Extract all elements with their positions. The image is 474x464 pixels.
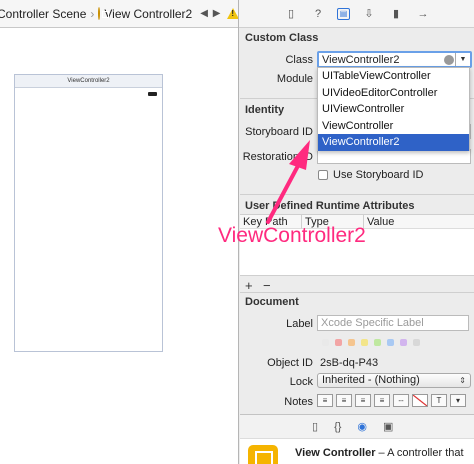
jumpbar-scene-crumb[interactable]: Controller Scene — [0, 7, 86, 21]
file-inspector-icon[interactable]: ▯ — [283, 6, 299, 22]
notes-label: Notes — [284, 396, 313, 408]
media-library-icon[interactable]: ▣ — [383, 420, 393, 433]
jump-bar: Controller Scene › View Controller2 ◀ ▶ … — [0, 0, 238, 28]
jumpbar-controller-crumb[interactable]: View Controller2 — [104, 7, 192, 21]
document-label-label: Label — [286, 318, 313, 330]
library-item-view-controller[interactable]: View Controller – A controller that — [240, 438, 474, 464]
object-id-label: Object ID — [267, 357, 313, 369]
lock-label: Lock — [289, 376, 313, 388]
align-left-icon[interactable]: ≡ — [317, 394, 333, 407]
quick-help-icon[interactable]: ? — [310, 6, 326, 22]
storyboard-canvas[interactable]: Controller Scene › View Controller2 ◀ ▶ … — [0, 0, 238, 464]
view-controller-icon — [248, 445, 278, 464]
class-option[interactable]: ViewController — [318, 118, 469, 135]
view-controller-icon — [98, 7, 110, 20]
identity-inspector-icon[interactable]: ▤ — [337, 7, 350, 20]
class-dropdown-list[interactable]: UITableViewController UIVideoEditorContr… — [317, 67, 470, 151]
label-color-swatch[interactable] — [322, 339, 329, 346]
xcode-label-field[interactable] — [317, 315, 469, 331]
section-divider — [240, 194, 474, 195]
attributes-inspector-icon[interactable]: ⇩ — [361, 6, 377, 22]
callout-label: ViewController2 — [218, 224, 366, 247]
battery-icon — [148, 92, 157, 96]
label-color-swatch[interactable] — [348, 339, 355, 346]
restoration-id-field[interactable] — [317, 149, 471, 164]
class-option-selected[interactable]: ViewController2 — [318, 134, 469, 151]
class-combo-box[interactable]: ViewController2 ▼ — [317, 51, 472, 68]
remove-attribute-button[interactable]: − — [263, 278, 271, 293]
section-divider — [240, 292, 474, 293]
warning-icon[interactable] — [227, 8, 238, 19]
justify-icon[interactable]: ≡ — [374, 394, 390, 407]
view-controller-scene[interactable]: ViewController2 — [14, 74, 163, 352]
scene-title: ViewController2 — [15, 75, 162, 88]
chevron-down-icon[interactable]: ▾ — [450, 394, 466, 407]
lock-value: Inherited - (Nothing) — [322, 374, 420, 386]
library-item-text: View Controller – A controller that — [295, 447, 464, 459]
goto-class-icon[interactable] — [444, 55, 454, 65]
lock-select[interactable]: Inherited - (Nothing) ⇕ — [317, 373, 471, 388]
library-item-desc: – A controller that — [375, 447, 464, 459]
size-inspector-icon[interactable]: ▮ — [388, 6, 404, 22]
label-color-swatch[interactable] — [413, 339, 420, 346]
dashes-icon[interactable]: -- — [393, 394, 409, 407]
up-down-arrows-icon: ⇕ — [459, 376, 466, 385]
notes-toolbar: ≡ ≡ ≡ ≡ -- T ▾ — [317, 394, 473, 408]
connections-inspector-icon[interactable]: → — [415, 6, 431, 22]
label-color-swatch[interactable] — [387, 339, 394, 346]
align-center-icon[interactable]: ≡ — [336, 394, 352, 407]
label-color-swatch[interactable] — [361, 339, 368, 346]
object-library-icon[interactable]: ◉ — [357, 420, 367, 433]
no-color-icon[interactable] — [412, 394, 428, 407]
label-color-swatch[interactable] — [374, 339, 381, 346]
code-snippet-icon[interactable]: {} — [334, 421, 341, 433]
align-right-icon[interactable]: ≡ — [355, 394, 371, 407]
inspector-tabs: ▯ ? ▤ ⇩ ▮ → — [239, 0, 474, 28]
chevron-down-icon[interactable]: ▼ — [455, 53, 470, 66]
restoration-id-label: Restoration ID — [242, 151, 313, 163]
identity-section-title: Identity — [245, 104, 285, 116]
custom-class-section-title: Custom Class — [245, 32, 319, 44]
document-section-title: Document — [245, 296, 299, 308]
label-color-swatch[interactable] — [400, 339, 407, 346]
label-color-swatch[interactable] — [335, 339, 342, 346]
class-option[interactable]: UIViewController — [318, 101, 469, 118]
add-attribute-button[interactable]: + — [245, 278, 253, 293]
label-color-swatches — [322, 339, 420, 346]
issue-nav-arrows-icon[interactable]: ◀ ▶ — [200, 8, 221, 19]
class-label: Class — [285, 54, 313, 66]
object-id-value: 2sB-dq-P43 — [320, 357, 379, 369]
library-item-title: View Controller — [295, 447, 376, 459]
class-option[interactable]: UITableViewController — [318, 68, 469, 85]
class-option[interactable]: UIVideoEditorController — [318, 85, 469, 102]
storyboard-id-label: Storyboard ID — [245, 126, 313, 138]
xcode-label-input[interactable] — [318, 316, 468, 330]
column-header-value[interactable]: Value — [364, 215, 474, 229]
font-icon[interactable]: T — [431, 394, 447, 407]
breadcrumb-separator: › — [90, 6, 95, 21]
library-tabs: ▯ {} ◉ ▣ — [240, 414, 474, 438]
use-storyboard-id-checkbox[interactable] — [318, 170, 328, 180]
module-label: Module — [276, 73, 313, 85]
udra-section-title: User Defined Runtime Attributes — [245, 200, 415, 212]
class-value[interactable]: ViewController2 — [322, 54, 399, 66]
use-storyboard-id-label: Use Storyboard ID — [333, 169, 424, 181]
file-template-icon[interactable]: ▯ — [312, 420, 318, 433]
